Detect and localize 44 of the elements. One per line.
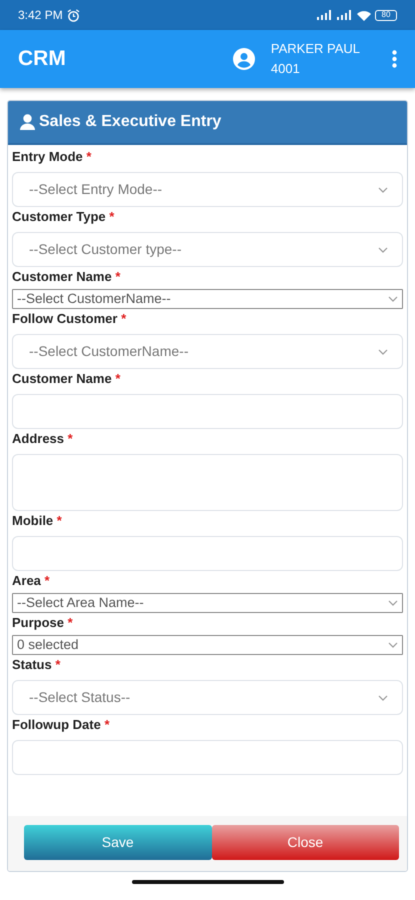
form-title: Sales & Executive Entry [39, 112, 222, 132]
user-id: 4001 [270, 60, 301, 78]
field-label: Status * [12, 657, 62, 673]
chevron-icon [378, 348, 388, 354]
field-label: Customer Name * [12, 371, 122, 387]
field-label: Mobile * [12, 513, 63, 529]
field-label: Purpose * [12, 615, 74, 631]
signal-icon [317, 10, 333, 20]
input-field[interactable] [12, 536, 403, 571]
chevron-icon [388, 296, 398, 302]
wifi-icon [357, 10, 371, 20]
user-icon [20, 114, 35, 130]
user-avatar-icon [232, 48, 255, 70]
chevron-icon [388, 642, 398, 648]
save-button[interactable]: Save [24, 825, 212, 860]
text-area[interactable] [12, 454, 403, 511]
signal-icon [337, 10, 353, 20]
select-field[interactable]: --Select CustomerName-- [12, 289, 403, 309]
chevron-icon [378, 694, 388, 700]
field-label: Address * [12, 431, 74, 447]
field-label: Entry Mode * [12, 149, 92, 165]
field-label: Follow Customer * [12, 311, 128, 327]
field-label: Customer Name * [12, 269, 122, 285]
input-field[interactable] [12, 740, 403, 775]
close-button[interactable]: Close [212, 825, 399, 860]
chevron-icon [388, 600, 398, 606]
alarm-icon [66, 8, 80, 22]
field-label: Area * [12, 573, 51, 589]
select-field[interactable]: --Select Area Name-- [12, 593, 403, 613]
chevron-icon [378, 186, 388, 192]
app-title: CRM [18, 46, 66, 72]
field-label: Customer Type * [12, 209, 116, 225]
chevron-icon [378, 246, 388, 252]
input-field[interactable] [12, 394, 403, 429]
field-label: Followup Date * [12, 717, 111, 733]
select-field[interactable]: 0 selected [12, 635, 403, 655]
select-field[interactable]: --Select Entry Mode-- [12, 172, 403, 207]
user-name: PARKER PAUL [270, 40, 360, 58]
select-field[interactable]: --Select CustomerName-- [12, 334, 403, 369]
menu-icon[interactable] [392, 50, 397, 68]
select-field[interactable]: --Select Customer type-- [12, 232, 403, 267]
battery-icon: 80 [375, 10, 397, 20]
status-time: 3:42 PM [18, 7, 63, 24]
select-field[interactable]: --Select Status-- [12, 680, 403, 715]
